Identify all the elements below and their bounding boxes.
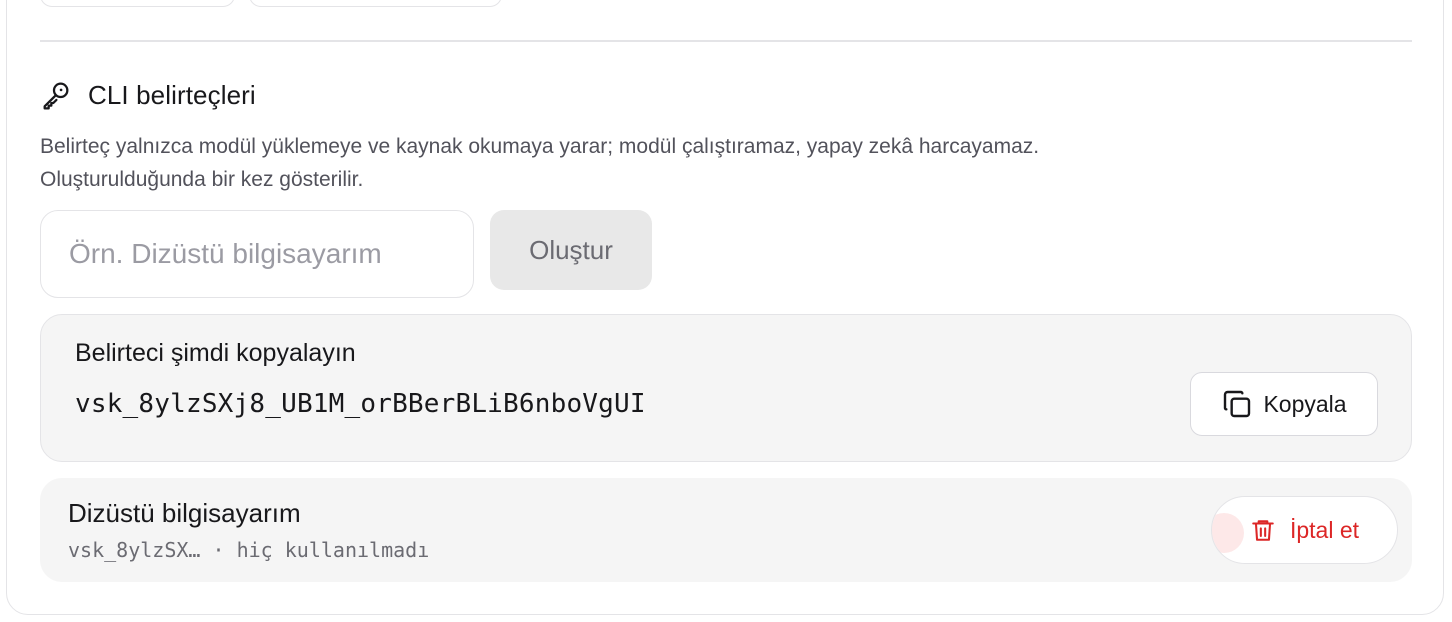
key-icon — [40, 79, 72, 111]
create-token-button[interactable]: Oluştur — [490, 210, 652, 290]
copy-token-button[interactable]: Kopyala — [1190, 372, 1378, 436]
token-meta: vsk_8ylzSX… · hiç kullanılmadı — [68, 538, 429, 562]
section-title: CLI belirteçleri — [88, 79, 256, 110]
new-token-heading: Belirteci şimdi kopyalayın — [75, 339, 356, 367]
token-name: Dizüstü bilgisayarım — [68, 498, 301, 528]
previous-section-button-secondary[interactable] — [249, 0, 502, 7]
revoke-button-label: İptal et — [1289, 516, 1360, 543]
copy-button-label: Kopyala — [1263, 390, 1347, 417]
description-line-1: Belirteç yalnızca modül yüklemeye ve kay… — [40, 135, 1040, 158]
description-line-2: Oluşturulduğunda bir kez gösterilir. — [40, 168, 364, 191]
press-ripple — [1212, 513, 1244, 553]
revoke-token-button[interactable]: İptal et — [1211, 496, 1398, 564]
meta-separator: · — [212, 538, 225, 562]
trash-icon — [1250, 517, 1276, 543]
section-divider — [40, 40, 1412, 42]
token-usage: hiç kullanılmadı — [236, 538, 430, 562]
token-name-input[interactable] — [40, 210, 474, 298]
section-header: CLI belirteçleri — [40, 78, 256, 112]
new-token-value: vsk_8ylzSXj8_UB1M_orBBerBLiB6nboVgUI — [75, 389, 646, 419]
token-prefix: vsk_8ylzSX… — [68, 538, 201, 562]
new-token-panel: Belirteci şimdi kopyalayın vsk_8ylzSXj8_… — [40, 314, 1412, 462]
copy-icon — [1221, 388, 1253, 420]
token-list-item: Dizüstü bilgisayarım vsk_8ylzSX… · hiç k… — [40, 478, 1412, 582]
previous-section-button[interactable] — [40, 0, 235, 7]
section-description: Belirteç yalnızca modül yüklemeye ve kay… — [40, 130, 1340, 196]
